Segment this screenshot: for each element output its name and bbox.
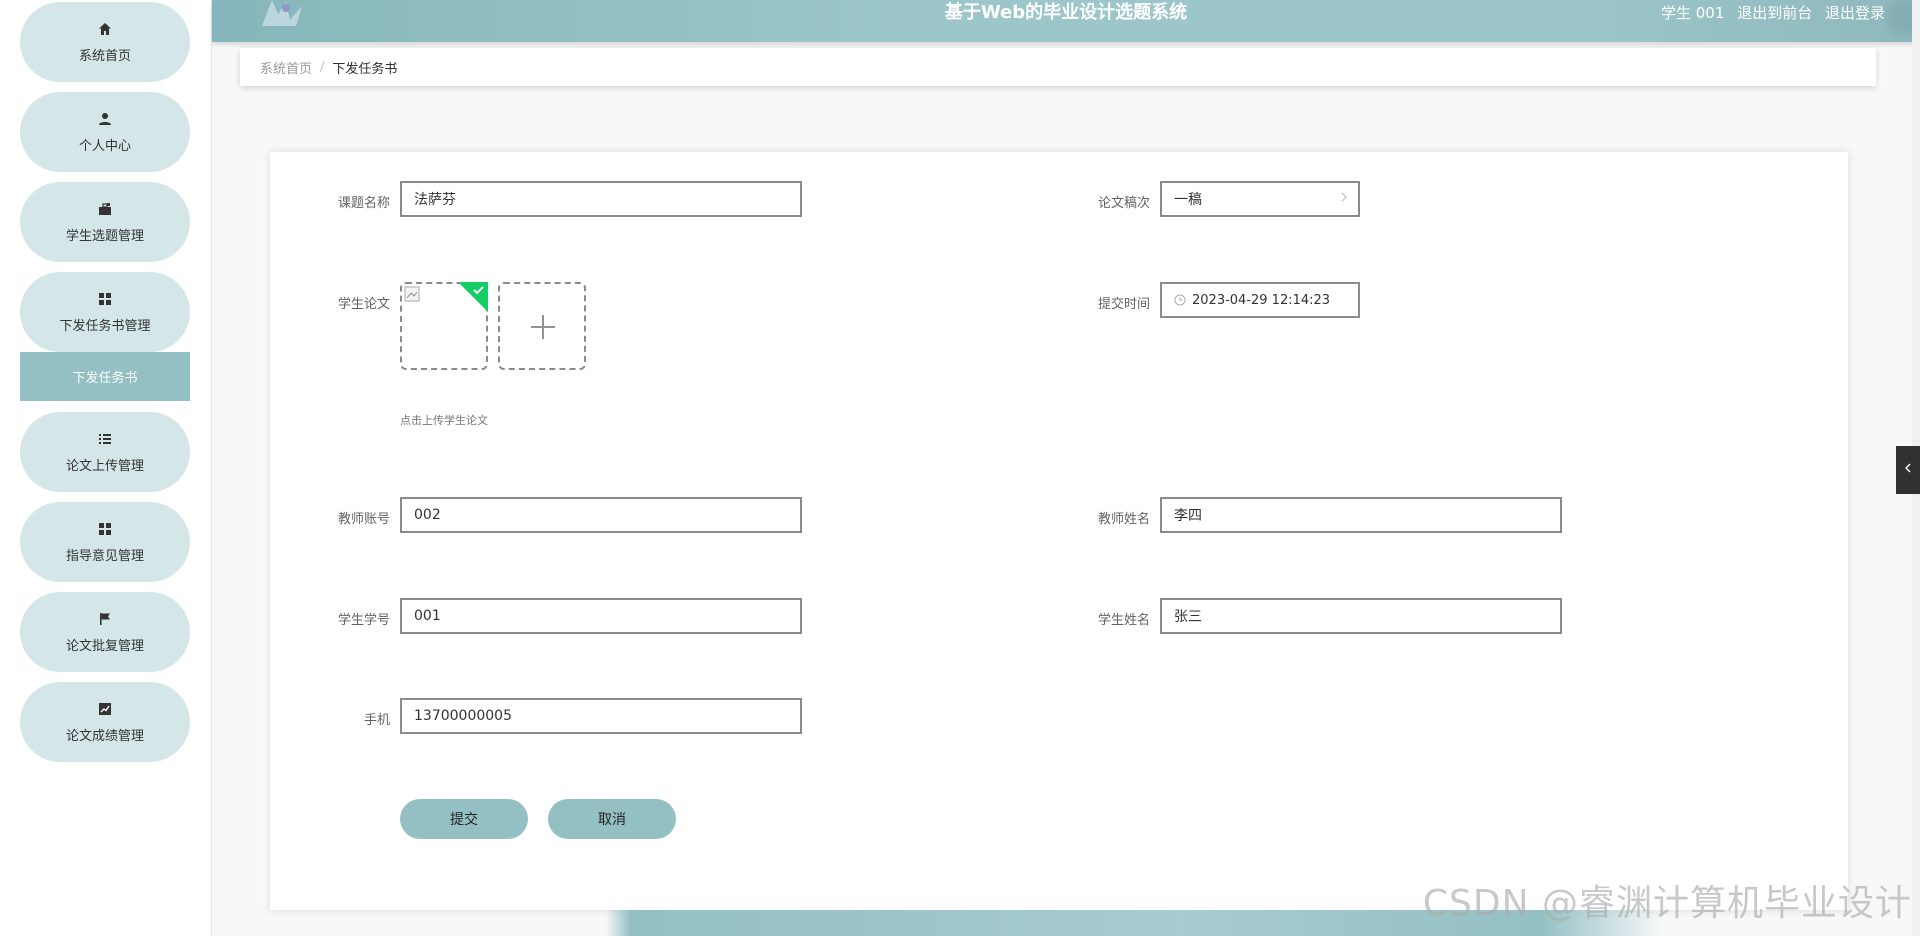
breadcrumb-current: 下发任务书 [332,61,398,77]
draft-label: 论文稿次 [1097,196,1150,211]
chevron-left-icon [1904,462,1912,478]
teacher-name-label: 教师姓名 [1097,512,1150,527]
draft-select-value: 一稿 [1174,192,1202,208]
phone-label: 手机 [363,713,390,728]
sidebar-item-topic-management[interactable]: 学生选题管理 [20,182,190,262]
sidebar-item-label: 系统首页 [78,48,131,64]
topic-input[interactable]: 法萨芬 [400,181,802,217]
grid-icon [97,521,113,537]
logout-link[interactable]: 退出登录 [1825,4,1885,22]
sidebar-item-label: 论文批复管理 [65,638,144,654]
breadcrumb: 系统首页 / 下发任务书 [240,48,1876,86]
sidebar-item-label: 下发任务书管理 [59,318,151,334]
uploaded-file-thumbnail[interactable] [400,282,488,370]
teacher-name-input[interactable]: 李四 [1160,497,1562,533]
sidebar-item-guidance[interactable]: 指导意见管理 [20,502,190,582]
student-name-input[interactable]: 张三 [1160,598,1562,634]
teacher-account-input[interactable]: 002 [400,497,802,533]
student-no-label: 学生学号 [337,613,390,628]
sidebar: 系统首页 个人中心 学生选题管理 下发任务书管理 下发任务书 论文上传管理 指导… [0,0,212,936]
student-no-input[interactable]: 001 [400,598,802,634]
submit-time-label: 提交时间 [1097,297,1150,312]
sidebar-item-review[interactable]: 论文批复管理 [20,592,190,672]
to-front-link[interactable]: 退出到前台 [1737,4,1812,22]
paper-label: 学生论文 [337,297,390,312]
phone-input[interactable]: 13700000005 [400,698,802,734]
home-icon [97,21,113,37]
watermark: CSDN @睿渊计算机毕业设计 [1422,883,1912,924]
list-icon [97,431,113,447]
collapse-panel-button[interactable] [1896,446,1920,494]
user-icon [97,111,113,127]
sidebar-item-home[interactable]: 系统首页 [20,2,190,82]
sidebar-item-score[interactable]: 论文成绩管理 [20,682,190,762]
user-info: 学生 001 退出到前台 退出登录 [1653,0,1885,26]
briefcase-icon [97,201,113,217]
grid-icon [97,291,113,307]
top-header: 基于Web的毕业设计选题系统 学生 001 退出到前台 退出登录 [212,0,1920,42]
student-name-label: 学生姓名 [1097,613,1150,628]
plus-icon [530,314,556,344]
breadcrumb-home[interactable]: 系统首页 [260,58,312,77]
submit-time-value: 2023-04-29 12:14:23 [1192,292,1331,308]
sidebar-item-label: 论文成绩管理 [65,728,144,744]
teacher-account-label: 教师账号 [337,512,390,527]
sidebar-item-label: 指导意见管理 [65,548,144,564]
sidebar-item-paper-upload[interactable]: 论文上传管理 [20,412,190,492]
sidebar-item-label: 论文上传管理 [65,458,144,474]
broken-image-icon [404,286,420,306]
sidebar-item-label: 个人中心 [78,138,131,154]
topic-label: 课题名称 [337,196,390,211]
main-content: 基于Web的毕业设计选题系统 学生 001 退出到前台 退出登录 系统首页 / … [212,0,1920,936]
sidebar-subitem-task[interactable]: 下发任务书 [20,352,190,401]
flag-icon [97,611,113,627]
chevron-right-icon [1340,191,1348,207]
task-form: 课题名称 法萨芬 论文稿次 一稿 学生论文 点击上传学生论文 提交时间 2023… [270,152,1848,910]
cancel-button[interactable]: 取消 [548,799,676,839]
submit-button[interactable]: 提交 [400,799,528,839]
sidebar-item-task-management[interactable]: 下发任务书管理 [20,272,190,352]
success-corner-icon [458,282,488,316]
breadcrumb-separator: / [320,59,325,75]
sidebar-item-label: 学生选题管理 [65,228,144,244]
submit-time-input[interactable]: 2023-04-29 12:14:23 [1160,282,1360,318]
sidebar-item-personal-center[interactable]: 个人中心 [20,92,190,172]
clock-icon [1174,294,1186,306]
upload-button[interactable] [498,282,586,370]
upload-tip: 点击上传学生论文 [400,414,488,427]
chart-icon [97,701,113,717]
current-user: 学生 001 [1661,4,1725,22]
draft-select[interactable]: 一稿 [1160,181,1360,217]
